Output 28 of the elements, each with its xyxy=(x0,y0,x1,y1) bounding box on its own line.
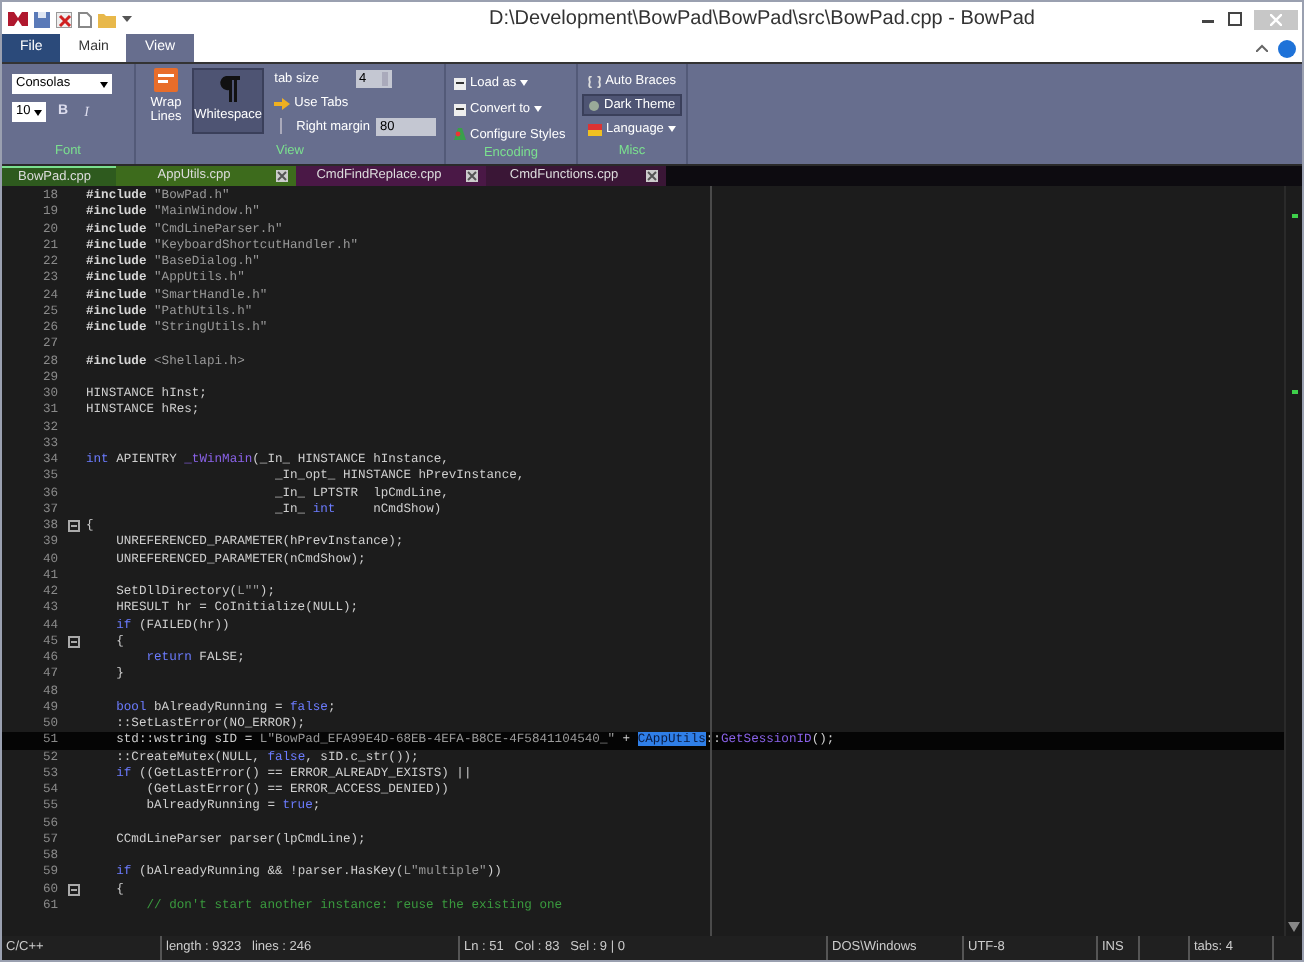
close-tab-icon[interactable] xyxy=(276,170,288,182)
dropdown-icon[interactable] xyxy=(34,109,42,116)
braces-icon xyxy=(588,75,602,87)
dropdown-icon[interactable] xyxy=(100,81,108,87)
dropdown-icon[interactable] xyxy=(122,15,132,23)
new-file-icon[interactable] xyxy=(78,11,92,27)
wrap-lines-icon xyxy=(154,68,178,92)
fold-icon[interactable] xyxy=(68,883,80,896)
pilcrow-icon xyxy=(217,76,240,103)
close-tab-icon[interactable] xyxy=(646,170,658,182)
arrow-icon xyxy=(274,97,291,110)
document-icon xyxy=(454,77,466,90)
document-icon xyxy=(454,103,466,116)
scroll-down-icon[interactable] xyxy=(1288,922,1300,932)
scrollbar[interactable] xyxy=(1284,186,1302,936)
fold-icon[interactable] xyxy=(68,520,80,533)
fold-icon[interactable] xyxy=(68,635,80,648)
close-tab-icon[interactable] xyxy=(466,170,478,182)
app-icon xyxy=(8,12,28,26)
maximize-icon[interactable] xyxy=(1228,12,1242,26)
flag-icon xyxy=(588,123,602,135)
save-icon[interactable] xyxy=(34,11,50,27)
theme-icon xyxy=(588,99,600,111)
palette-icon xyxy=(454,128,466,141)
collapse-ribbon-icon[interactable] xyxy=(1256,44,1268,52)
close-file-icon[interactable] xyxy=(56,11,72,27)
help-icon[interactable] xyxy=(1278,39,1296,57)
window-title: D:\Development\BowPad\BowPad\src\BowPad.cpp - BowPad xyxy=(487,6,1037,34)
